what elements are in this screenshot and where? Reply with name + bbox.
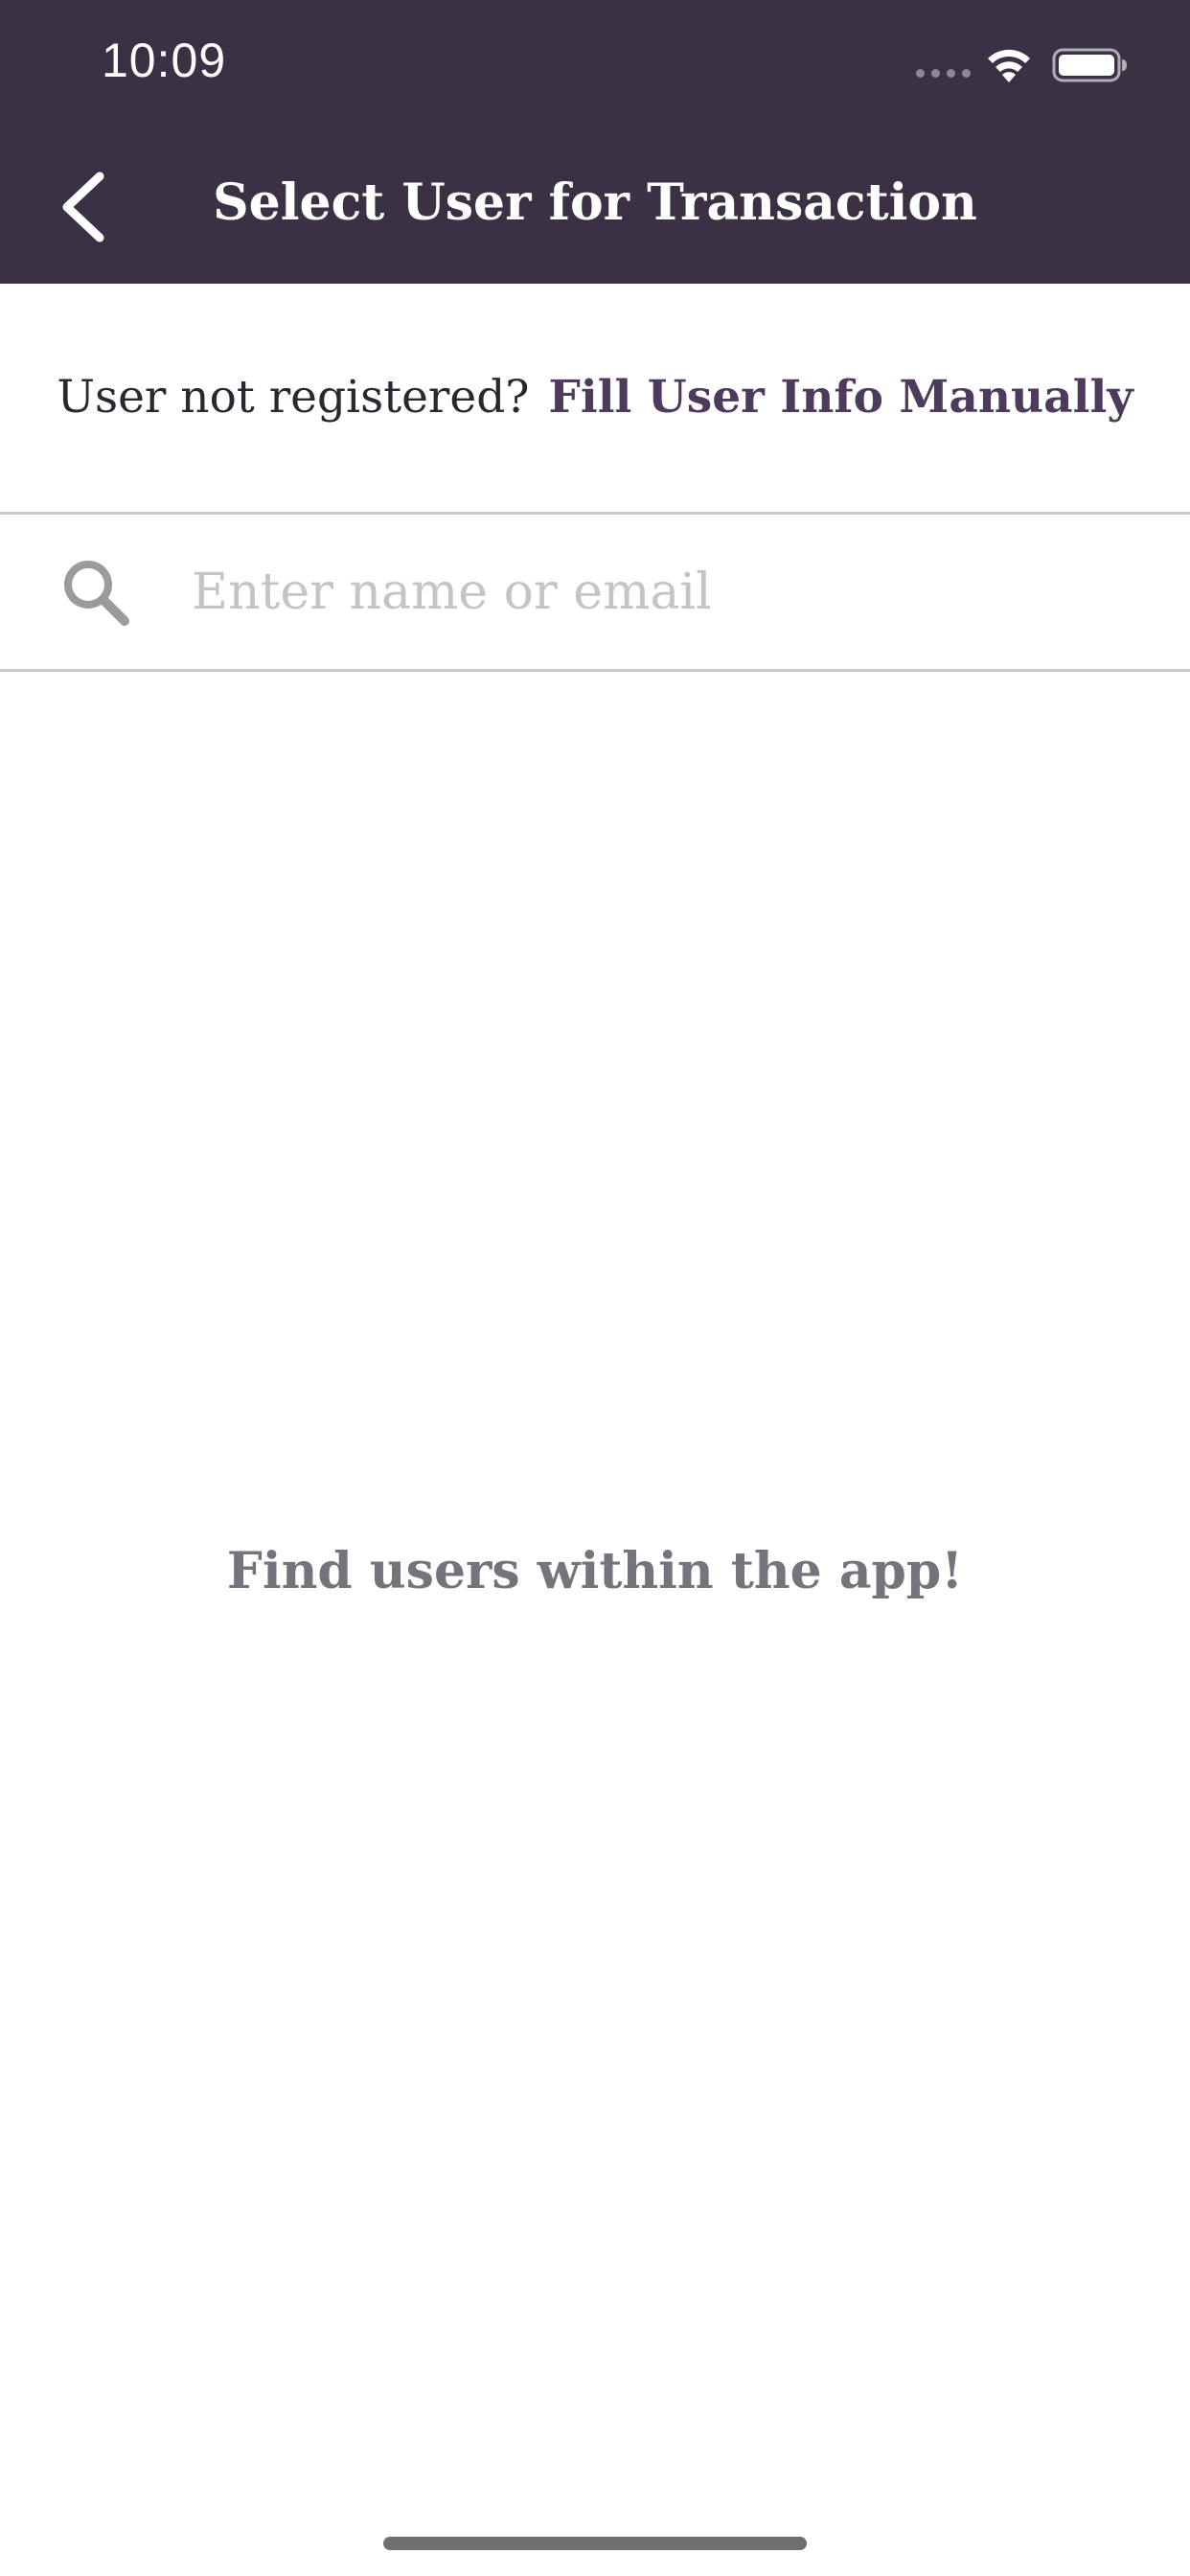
- register-question: User not registered?: [57, 371, 530, 424]
- battery-icon: [1052, 48, 1127, 82]
- status-time: 10:09: [102, 34, 227, 87]
- home-indicator[interactable]: [383, 2537, 807, 2550]
- search-input[interactable]: [192, 544, 1150, 640]
- divider: [0, 669, 1190, 672]
- fill-user-info-manually-link[interactable]: Fill User Info Manually: [548, 371, 1133, 424]
- app-header: 10:09 Select User for Transaction: [0, 0, 1190, 284]
- register-prompt: User not registered? Fill User Info Manua…: [0, 364, 1190, 431]
- search-icon: [64, 561, 129, 626]
- cellular-signal-icon: [916, 69, 971, 78]
- wifi-icon: [988, 49, 1030, 82]
- divider: [0, 512, 1190, 515]
- page-title: Select User for Transaction: [213, 173, 977, 232]
- empty-state-message: Find users within the app!: [226, 1542, 964, 1600]
